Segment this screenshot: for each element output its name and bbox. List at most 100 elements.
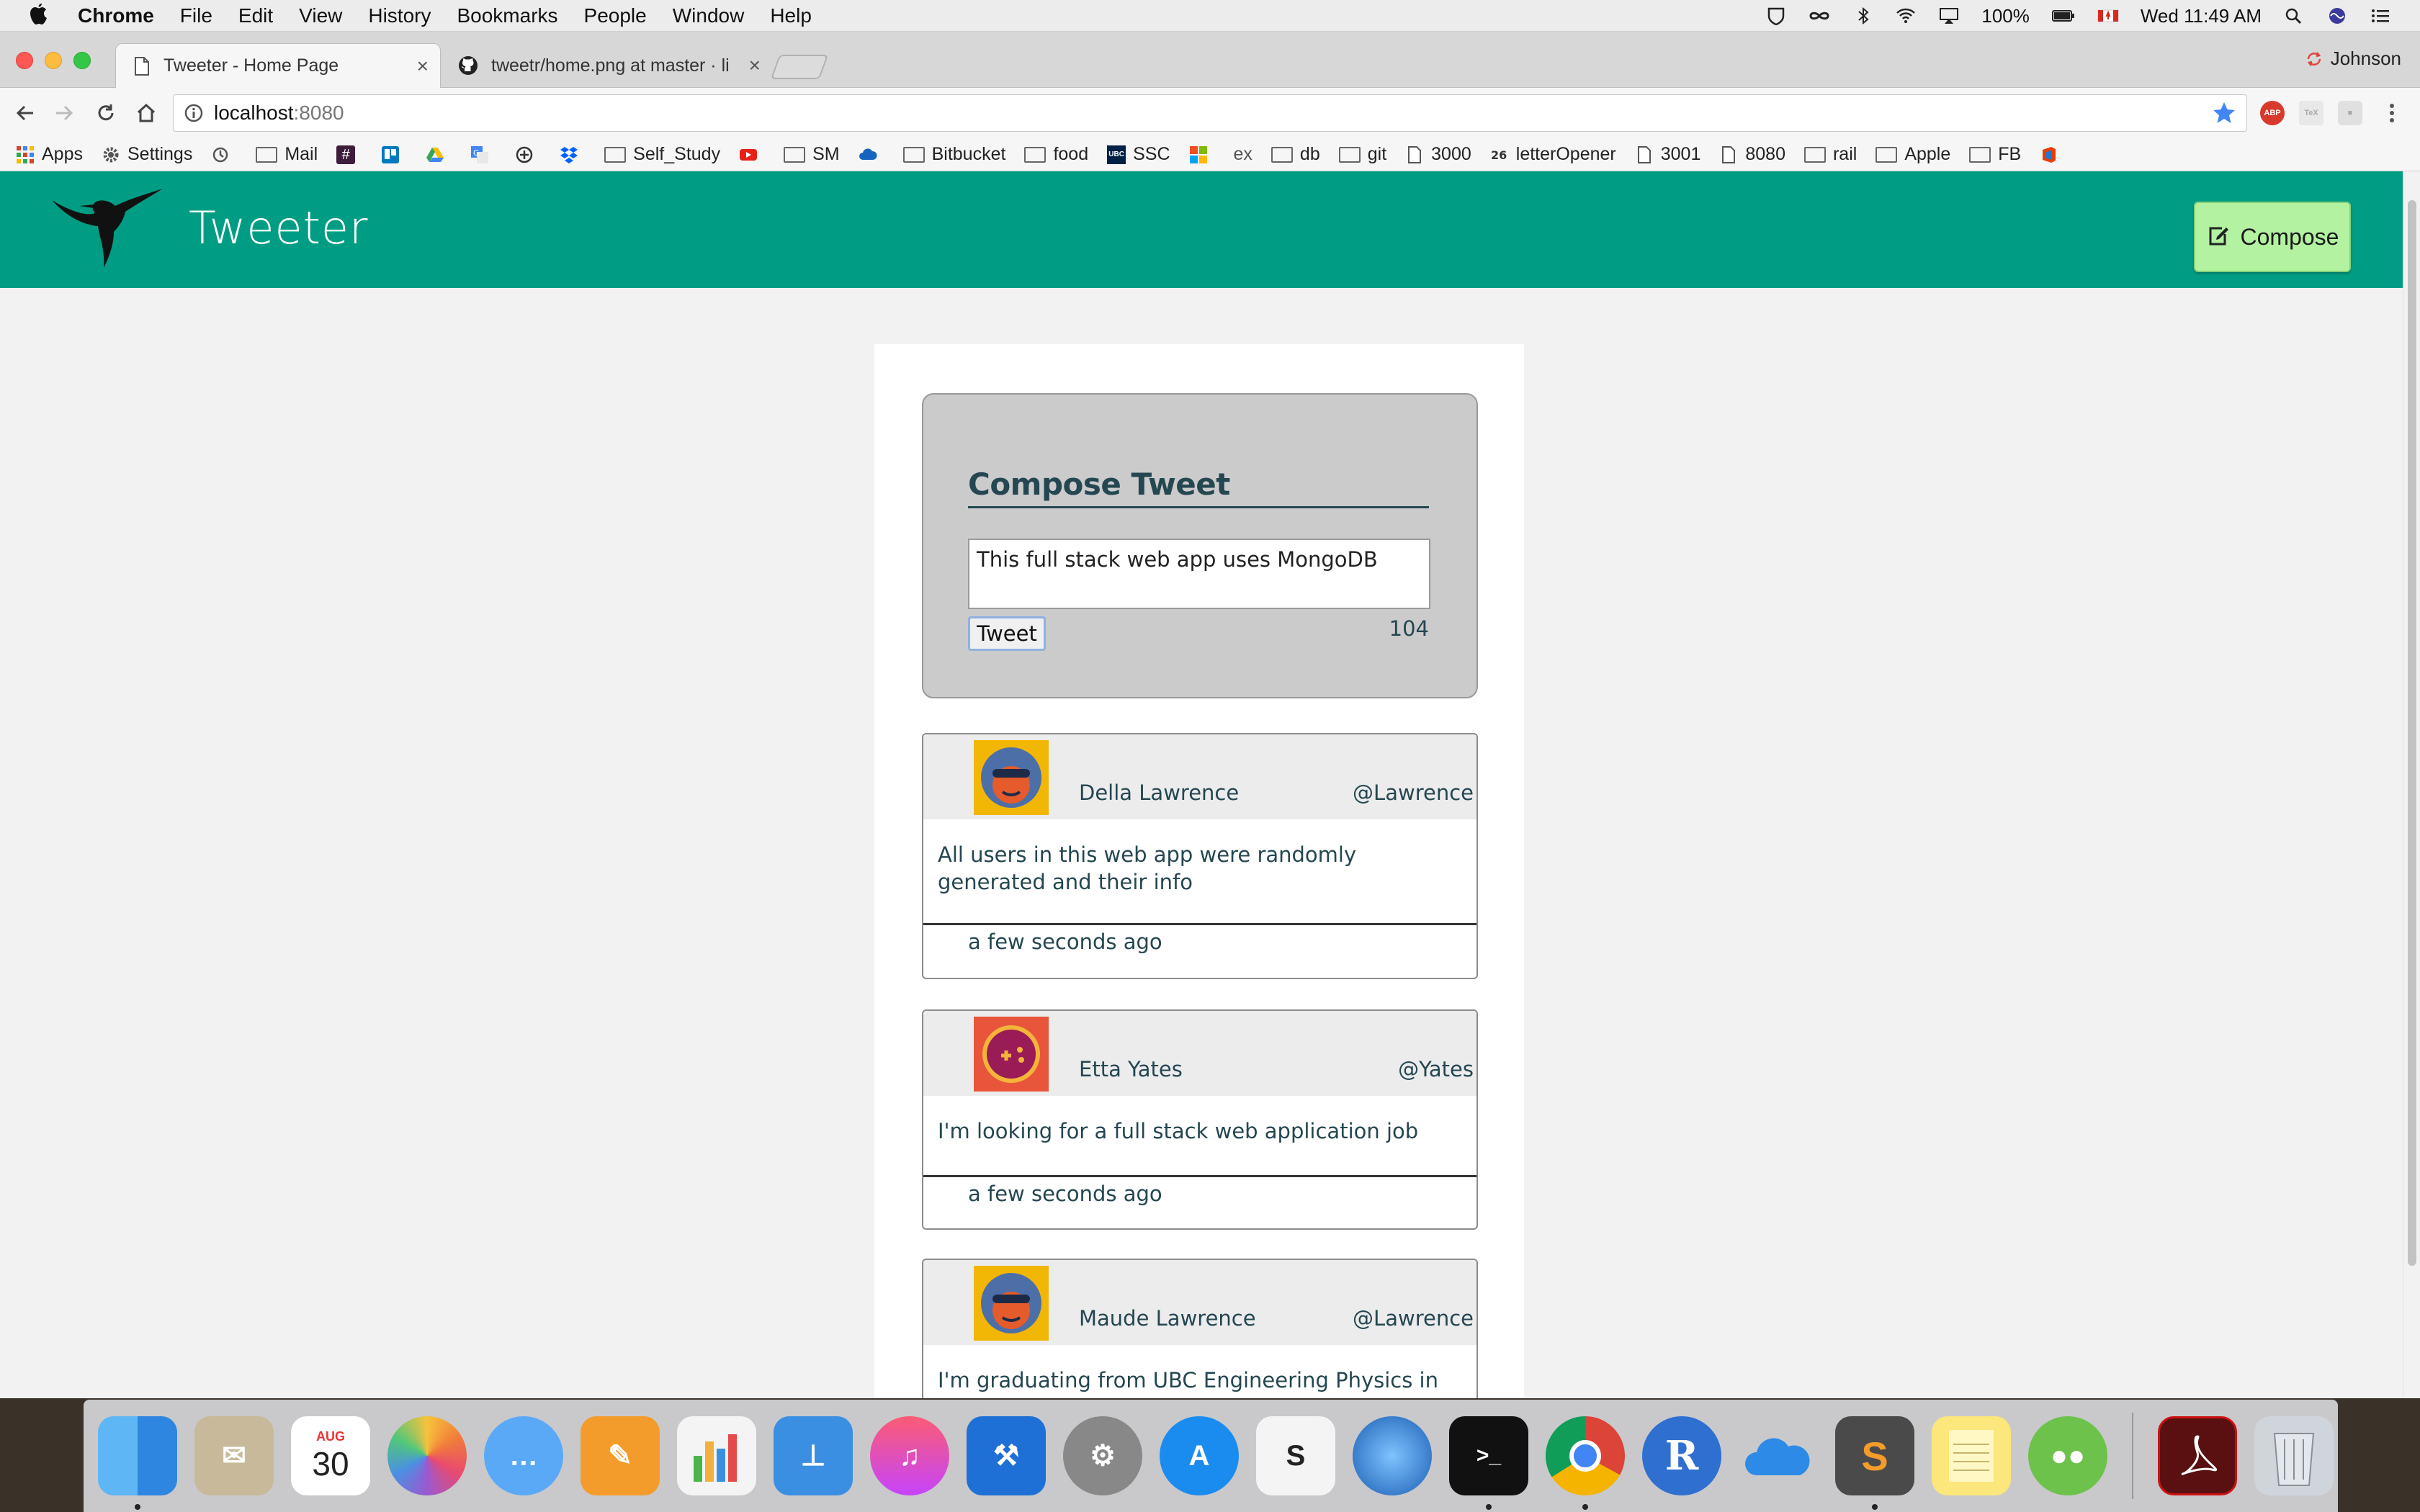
pages-icon[interactable]: ✎ bbox=[581, 1416, 660, 1495]
airplay-icon[interactable] bbox=[1938, 6, 1960, 25]
tab-tweeter-home[interactable]: Tweeter - Home Page × bbox=[115, 43, 441, 88]
clock[interactable]: Wed 11:49 AM bbox=[2141, 5, 2262, 27]
battery-icon[interactable] bbox=[2051, 6, 2076, 25]
bookmark-apps[interactable]: Apps bbox=[16, 144, 83, 165]
page-scrollbar[interactable] bbox=[2403, 171, 2420, 1398]
notification-center-icon[interactable] bbox=[2370, 6, 2391, 25]
menu-people[interactable]: People bbox=[584, 4, 647, 27]
bookmark-git[interactable]: git bbox=[1338, 144, 1386, 165]
bookmark-add[interactable] bbox=[515, 145, 541, 164]
close-window-button[interactable] bbox=[16, 52, 33, 69]
tab-github[interactable]: tweetr/home.png at master · li × bbox=[441, 43, 772, 88]
bookmark-letter-opener[interactable]: 26 letterOpener bbox=[1490, 144, 1616, 165]
infinity-icon[interactable] bbox=[1809, 6, 1830, 25]
globe-icon[interactable] bbox=[1353, 1416, 1432, 1495]
close-tab-icon[interactable]: × bbox=[417, 55, 429, 78]
home-button[interactable] bbox=[131, 98, 161, 128]
bookmark-8080[interactable]: 8080 bbox=[1719, 144, 1785, 165]
hummingbird-logo-icon[interactable] bbox=[45, 184, 163, 269]
minimize-window-button[interactable] bbox=[45, 52, 62, 69]
bookmark-slack[interactable]: # bbox=[336, 145, 362, 164]
bookmark-fb[interactable]: FB bbox=[1969, 144, 2021, 165]
bookmark-settings[interactable]: Settings bbox=[102, 144, 192, 165]
keynote-icon[interactable]: ⊥ bbox=[774, 1416, 853, 1495]
siri-icon[interactable] bbox=[2326, 6, 2348, 25]
avatar[interactable] bbox=[974, 740, 1049, 815]
onedrive-icon[interactable] bbox=[1739, 1416, 1818, 1495]
bookmark-star-icon[interactable] bbox=[2212, 101, 2236, 125]
adblock-extension-icon[interactable]: ABP bbox=[2260, 101, 2285, 125]
numbers-icon[interactable] bbox=[677, 1416, 756, 1495]
menu-bookmarks[interactable]: Bookmarks bbox=[457, 4, 557, 27]
close-tab-icon[interactable]: × bbox=[749, 54, 761, 77]
r-language-icon[interactable]: R bbox=[1642, 1416, 1721, 1495]
notes-icon[interactable] bbox=[1932, 1416, 2011, 1495]
bookmark-self-study[interactable]: Self_Study bbox=[604, 144, 720, 165]
spotlight-search-icon[interactable] bbox=[2283, 6, 2305, 25]
tweet-textarea[interactable]: This full stack web app uses MongoDB bbox=[968, 539, 1430, 609]
forward-button[interactable] bbox=[49, 98, 79, 128]
xcode-icon[interactable]: ⚒ bbox=[967, 1416, 1046, 1495]
bookmark-apple[interactable]: Apple bbox=[1876, 144, 1950, 165]
bookmark-db[interactable]: db bbox=[1270, 144, 1320, 165]
shield-status-icon[interactable] bbox=[1765, 6, 1787, 25]
menu-history[interactable]: History bbox=[368, 4, 431, 27]
brand-title[interactable]: Tweeter bbox=[189, 202, 369, 254]
bookmark-bitbucket[interactable]: Bitbucket bbox=[902, 144, 1005, 165]
menu-window[interactable]: Window bbox=[673, 4, 745, 27]
bookmark-cloud[interactable] bbox=[859, 145, 884, 164]
bookmark-microsoft[interactable] bbox=[1189, 145, 1215, 164]
bookmark-translate[interactable]: G bbox=[470, 145, 496, 164]
bookmark-mail[interactable]: Mail bbox=[256, 144, 318, 165]
menu-help[interactable]: Help bbox=[770, 4, 812, 27]
tweet-submit-button[interactable]: Tweet bbox=[968, 616, 1046, 651]
tex-extension-icon[interactable]: TeX bbox=[2299, 101, 2323, 125]
bookmark-sm[interactable]: SM bbox=[784, 144, 840, 165]
apple-icon[interactable] bbox=[27, 3, 49, 28]
bookmark-history[interactable] bbox=[211, 145, 237, 164]
messages-icon[interactable]: … bbox=[484, 1416, 563, 1495]
address-bar[interactable]: localhost:8080 bbox=[173, 94, 2247, 132]
info-icon[interactable] bbox=[184, 103, 204, 123]
reload-button[interactable] bbox=[91, 98, 121, 128]
chrome-icon[interactable] bbox=[1546, 1416, 1625, 1510]
trash-icon[interactable] bbox=[2254, 1416, 2334, 1495]
menu-app-name[interactable]: Chrome bbox=[78, 4, 154, 27]
avatar[interactable] bbox=[974, 1017, 1049, 1092]
bluetooth-icon[interactable] bbox=[1852, 6, 1873, 25]
itunes-icon[interactable]: ♫ bbox=[870, 1416, 949, 1495]
bookmark-3001[interactable]: 3001 bbox=[1635, 144, 1700, 165]
calendar-icon[interactable]: AUG 30 bbox=[291, 1416, 370, 1495]
bookmark-rail[interactable]: rail bbox=[1803, 144, 1857, 165]
menu-file[interactable]: File bbox=[180, 4, 212, 27]
bookmark-youtube[interactable] bbox=[739, 145, 765, 164]
system-preferences-icon[interactable]: ⚙ bbox=[1063, 1416, 1142, 1495]
bookmark-food[interactable]: food bbox=[1024, 144, 1088, 165]
back-button[interactable] bbox=[10, 98, 40, 128]
bookmark-drive[interactable] bbox=[426, 145, 452, 164]
canada-flag-icon[interactable] bbox=[2097, 6, 2119, 25]
menu-edit[interactable]: Edit bbox=[238, 4, 273, 27]
bookmark-ex[interactable]: ex bbox=[1234, 144, 1252, 165]
scrollbar-thumb[interactable] bbox=[2408, 200, 2416, 1266]
camera-extension-icon[interactable]: ■ bbox=[2338, 101, 2362, 125]
acrobat-icon[interactable] bbox=[2158, 1416, 2237, 1495]
mail-stamp-icon[interactable]: ✉ bbox=[194, 1416, 274, 1495]
sublime-text-icon[interactable]: S bbox=[1835, 1416, 1914, 1510]
bookmark-3000[interactable]: 3000 bbox=[1405, 144, 1471, 165]
bookmark-trello[interactable] bbox=[381, 145, 407, 164]
menu-view[interactable]: View bbox=[299, 4, 342, 27]
bookmark-ssc[interactable]: UBC SSC bbox=[1107, 144, 1170, 165]
zoom-window-button[interactable] bbox=[73, 52, 91, 69]
avatar[interactable] bbox=[974, 1266, 1049, 1341]
wechat-icon[interactable]: ●● bbox=[2028, 1416, 2107, 1495]
app-store-icon[interactable]: A bbox=[1160, 1416, 1239, 1495]
profile-button[interactable]: Johnson bbox=[2305, 48, 2401, 70]
new-tab-button[interactable] bbox=[770, 55, 829, 79]
bookmark-dropbox[interactable] bbox=[560, 145, 586, 164]
compose-button[interactable]: Compose bbox=[2194, 202, 2351, 272]
wifi-icon[interactable] bbox=[1895, 6, 1917, 25]
finder-icon[interactable] bbox=[98, 1416, 177, 1510]
slack-app-icon[interactable]: S bbox=[1256, 1416, 1335, 1495]
chrome-menu-button[interactable] bbox=[2377, 98, 2407, 128]
